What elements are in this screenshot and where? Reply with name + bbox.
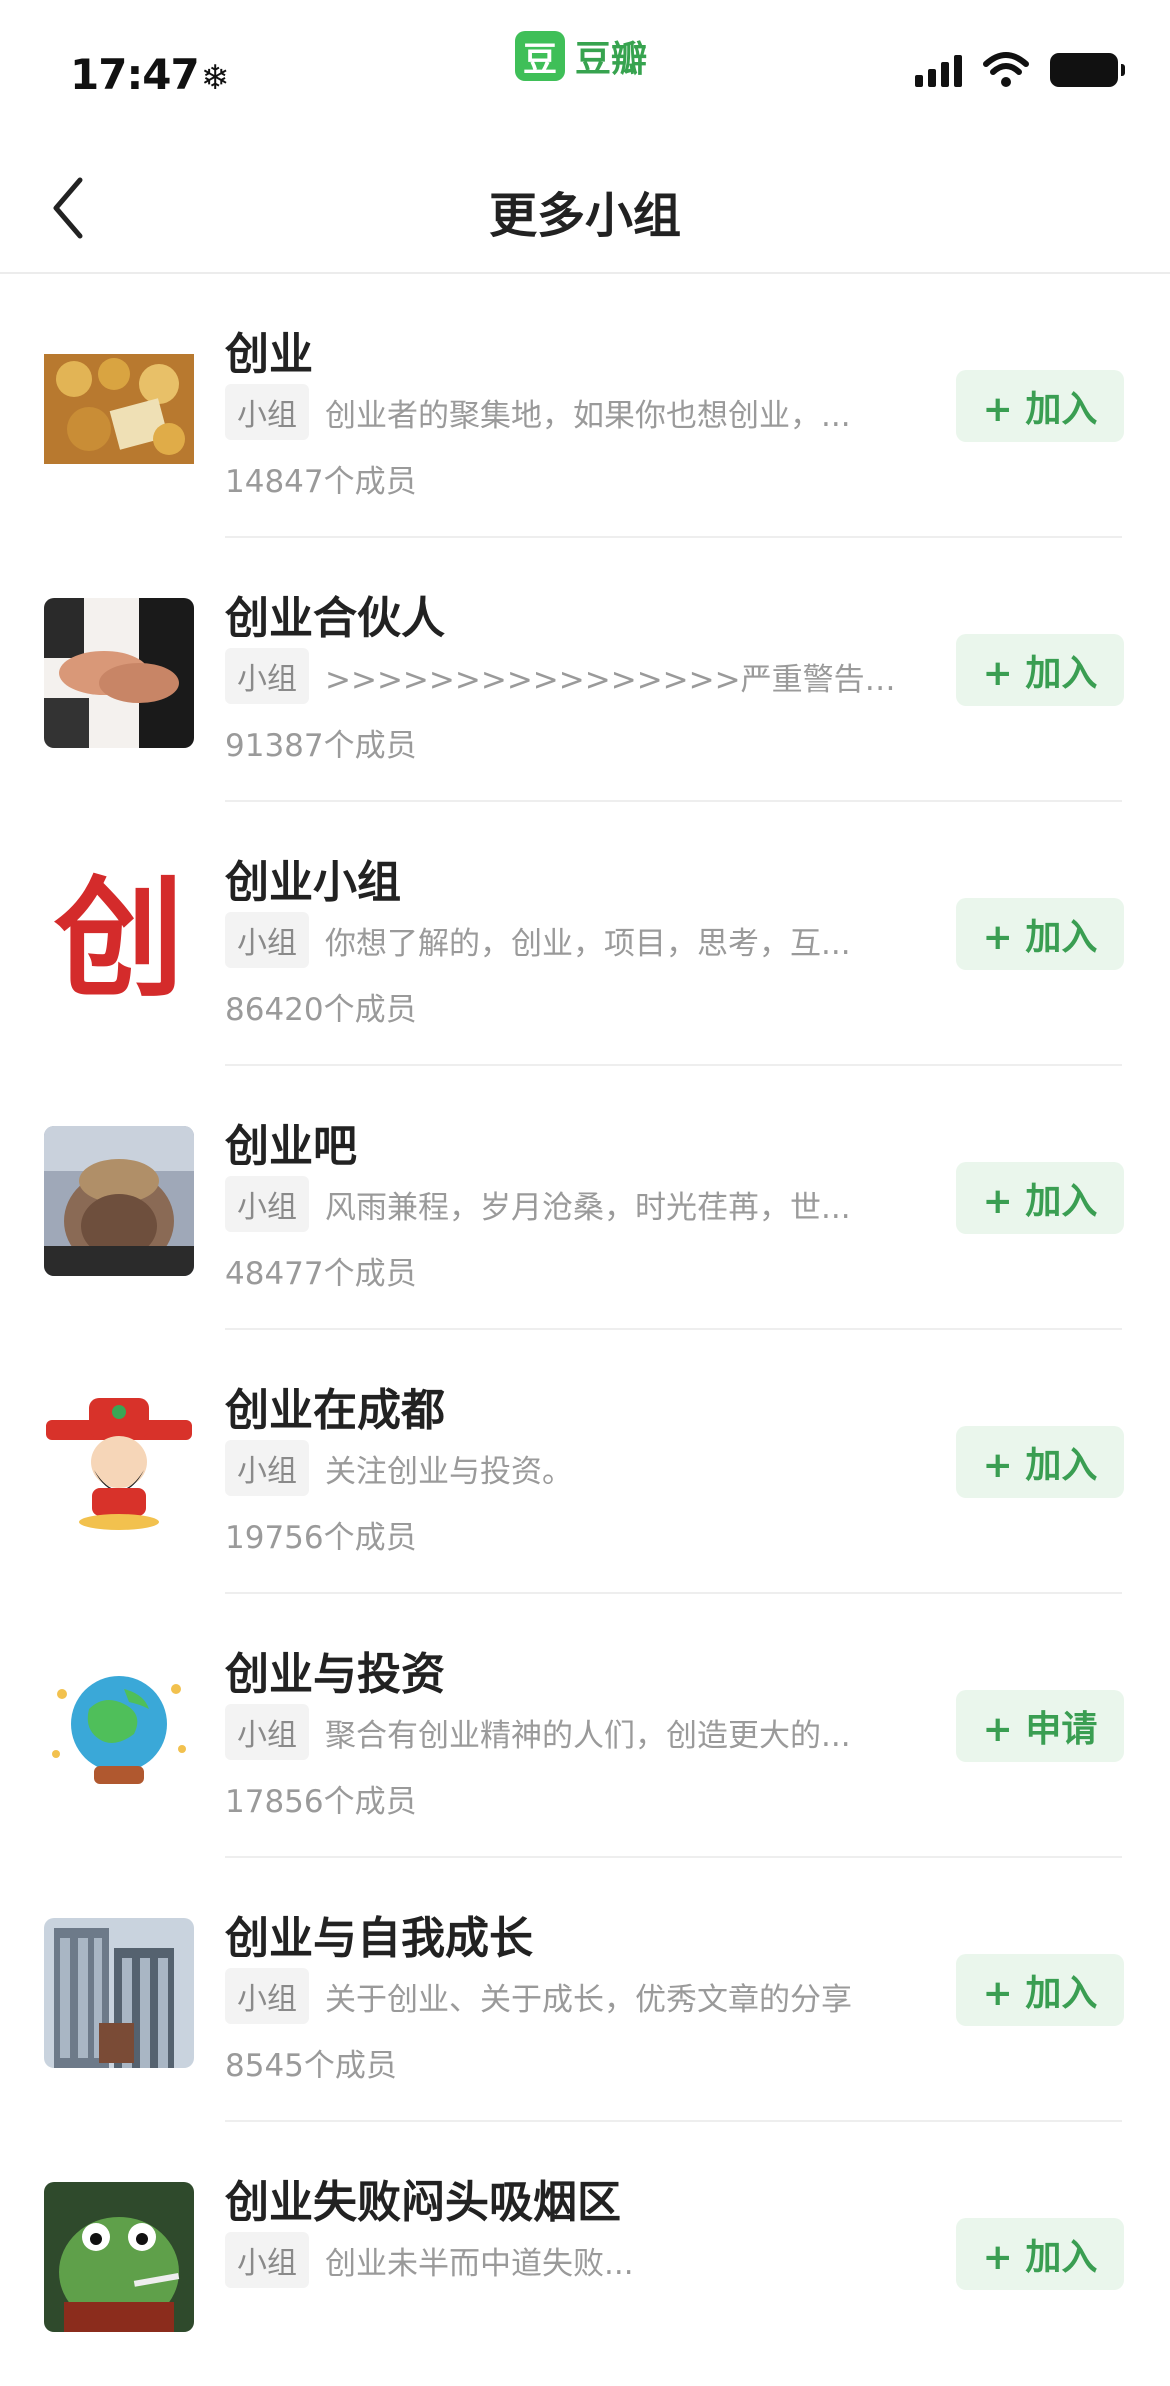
join-button[interactable]: + 加入 bbox=[956, 2218, 1124, 2290]
group-name[interactable]: 创业失败闷头吸烟区 bbox=[225, 2166, 621, 2230]
app-brand: 豆 豆瓣 bbox=[515, 30, 647, 82]
status-bar: 17:47❄ 豆 豆瓣 bbox=[0, 0, 1170, 140]
nav-bar: 更多小组 bbox=[0, 140, 1170, 274]
join-button[interactable]: + 加入 bbox=[956, 634, 1124, 706]
member-count: 17856个成员 bbox=[225, 1784, 417, 1820]
clasped-hands-avatar[interactable] bbox=[44, 1126, 194, 1276]
cellular-signal-icon bbox=[915, 53, 962, 87]
frog-smoking-avatar[interactable] bbox=[44, 2182, 194, 2332]
svg-text:创: 创 bbox=[54, 863, 184, 1012]
join-button[interactable]: + 加入 bbox=[956, 1954, 1124, 2026]
status-icons bbox=[915, 52, 1125, 88]
group-description: 关于创业、关于成长，优秀文章的分享 bbox=[325, 1981, 852, 2018]
group-description: 聚合有创业精神的人们，创造更大的... bbox=[325, 1717, 851, 1754]
group-name[interactable]: 创业合伙人 bbox=[225, 582, 445, 646]
group-tag: 小组 bbox=[225, 912, 309, 968]
member-count: 86420个成员 bbox=[225, 992, 417, 1028]
member-count: 14847个成员 bbox=[225, 464, 417, 500]
group-list: 创业 小组 创业者的聚集地，如果你也想创业，... 14847个成员 + 加入 … bbox=[0, 274, 1170, 2386]
join-button[interactable]: + 加入 bbox=[956, 1162, 1124, 1234]
battery-icon bbox=[1050, 53, 1125, 87]
page-title: 更多小组 bbox=[488, 188, 681, 244]
group-description-row: 小组 聚合有创业精神的人们，创造更大的... bbox=[225, 1704, 915, 1760]
list-item[interactable]: 创 创业小组 小组 你想了解的，创业，项目，思考，互... 86420个成员 +… bbox=[0, 802, 1170, 1066]
group-description: >>>>>>>>>>>>>>>>严重警告<<<<<<... bbox=[325, 661, 915, 698]
app-name: 豆瓣 bbox=[575, 39, 648, 80]
join-button[interactable]: + 加入 bbox=[956, 898, 1124, 970]
crystal-globe-avatar[interactable] bbox=[44, 1654, 194, 1804]
list-item[interactable]: 创业吧 小组 风雨兼程，岁月沧桑，时光荏苒，世... 48477个成员 + 加入 bbox=[0, 1066, 1170, 1330]
group-description-row: 小组 >>>>>>>>>>>>>>>>严重警告<<<<<<... bbox=[225, 648, 915, 704]
list-item[interactable]: 创业在成都 小组 关注创业与投资。 19756个成员 + 加入 bbox=[0, 1330, 1170, 1594]
join-button[interactable]: + 加入 bbox=[956, 370, 1124, 442]
member-count: 48477个成员 bbox=[225, 1256, 417, 1292]
member-count: 19756个成员 bbox=[225, 1520, 417, 1556]
group-name[interactable]: 创业与自我成长 bbox=[225, 1902, 533, 1966]
fortune-god-avatar[interactable] bbox=[44, 1390, 194, 1540]
douban-logo-icon: 豆 bbox=[515, 31, 565, 81]
group-tag: 小组 bbox=[225, 1968, 309, 2024]
list-item[interactable]: 创业失败闷头吸烟区 小组 创业未半而中道失败... + 加入 bbox=[0, 2122, 1170, 2386]
apply-button[interactable]: + 申请 bbox=[956, 1690, 1124, 1762]
handshake-avatar[interactable] bbox=[44, 598, 194, 748]
list-item[interactable]: 创业合伙人 小组 >>>>>>>>>>>>>>>>严重警告<<<<<<... 9… bbox=[0, 538, 1170, 802]
chuang-character-avatar[interactable]: 创 bbox=[44, 862, 194, 1012]
group-description-row: 小组 你想了解的，创业，项目，思考，互... bbox=[225, 912, 915, 968]
group-tag: 小组 bbox=[225, 1440, 309, 1496]
group-description-row: 小组 关于创业、关于成长，优秀文章的分享 bbox=[225, 1968, 915, 2024]
group-tag: 小组 bbox=[225, 1176, 309, 1232]
group-description-row: 小组 关注创业与投资。 bbox=[225, 1440, 915, 1496]
group-name[interactable]: 创业与投资 bbox=[225, 1638, 445, 1702]
group-description-row: 小组 风雨兼程，岁月沧桑，时光荏苒，世... bbox=[225, 1176, 915, 1232]
join-button[interactable]: + 加入 bbox=[956, 1426, 1124, 1498]
group-tag: 小组 bbox=[225, 2232, 309, 2288]
group-description-row: 小组 创业未半而中道失败... bbox=[225, 2232, 915, 2288]
group-description: 关注创业与投资。 bbox=[325, 1453, 573, 1490]
group-description: 你想了解的，创业，项目，思考，互... bbox=[325, 925, 851, 962]
status-time: 17:47❄ bbox=[70, 50, 229, 99]
group-description-row: 小组 创业者的聚集地，如果你也想创业，... bbox=[225, 384, 915, 440]
wifi-icon bbox=[983, 52, 1029, 87]
group-tag: 小组 bbox=[225, 648, 309, 704]
snowflake-icon: ❄ bbox=[200, 58, 229, 98]
group-name[interactable]: 创业在成都 bbox=[225, 1374, 445, 1438]
group-tag: 小组 bbox=[225, 384, 309, 440]
list-item[interactable]: 创业与自我成长 小组 关于创业、关于成长，优秀文章的分享 8545个成员 + 加… bbox=[0, 1858, 1170, 2122]
list-item[interactable]: 创业 小组 创业者的聚集地，如果你也想创业，... 14847个成员 + 加入 bbox=[0, 274, 1170, 538]
group-description: 创业者的聚集地，如果你也想创业，... bbox=[325, 397, 851, 434]
group-name[interactable]: 创业吧 bbox=[225, 1110, 357, 1174]
group-name[interactable]: 创业小组 bbox=[225, 846, 401, 910]
member-count: 91387个成员 bbox=[225, 728, 417, 764]
member-count: 8545个成员 bbox=[225, 2048, 397, 2084]
group-description: 风雨兼程，岁月沧桑，时光荏苒，世... bbox=[325, 1189, 851, 1226]
skyscraper-avatar[interactable] bbox=[44, 1918, 194, 2068]
group-description: 创业未半而中道失败... bbox=[325, 2245, 634, 2282]
gold-coins-avatar[interactable] bbox=[44, 334, 194, 484]
group-tag: 小组 bbox=[225, 1704, 309, 1760]
group-name[interactable]: 创业 bbox=[225, 318, 313, 382]
list-item[interactable]: 创业与投资 小组 聚合有创业精神的人们，创造更大的... 17856个成员 + … bbox=[0, 1594, 1170, 1858]
